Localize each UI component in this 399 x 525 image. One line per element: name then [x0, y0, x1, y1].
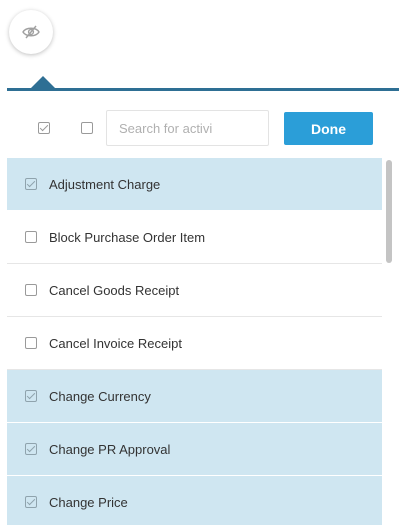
popover-caret: [31, 76, 55, 88]
activity-row-change-price[interactable]: Change Price: [7, 476, 382, 525]
activity-label: Cancel Goods Receipt: [49, 282, 180, 298]
activity-checkbox[interactable]: [25, 443, 37, 455]
done-button[interactable]: Done: [284, 112, 373, 145]
activity-search-input[interactable]: [106, 110, 269, 146]
activity-row-adjustment-charge[interactable]: Adjustment Charge: [7, 158, 382, 211]
activity-checkbox[interactable]: [25, 284, 37, 296]
visibility-toggle-button[interactable]: [9, 10, 53, 54]
activity-row-change-currency[interactable]: Change Currency: [7, 370, 382, 423]
activity-list: Adjustment Charge Block Purchase Order I…: [7, 158, 392, 525]
filter-toolbar: Done: [7, 91, 392, 158]
activity-label: Block Purchase Order Item: [49, 229, 206, 245]
activity-filter-panel: Done Adjustment Charge Block Purchase Or…: [7, 88, 399, 525]
scrollbar-thumb[interactable]: [386, 160, 392, 263]
list-scrollbar[interactable]: [386, 160, 392, 525]
activity-filter-popup: Done Adjustment Charge Block Purchase Or…: [0, 0, 399, 525]
activity-label: Change PR Approval: [49, 441, 171, 457]
activity-label: Adjustment Charge: [49, 176, 161, 192]
activity-checkbox[interactable]: [25, 390, 37, 402]
activity-checkbox[interactable]: [25, 178, 37, 190]
select-none-checkbox[interactable]: [81, 122, 93, 134]
select-all-checkbox[interactable]: [38, 122, 50, 134]
activity-row-cancel-invoice-receipt[interactable]: Cancel Invoice Receipt: [7, 317, 382, 370]
activity-label: Change Currency: [49, 388, 151, 404]
activity-label: Change Price: [49, 494, 128, 510]
activity-checkbox[interactable]: [25, 337, 37, 349]
activity-row-change-pr-approval[interactable]: Change PR Approval: [7, 423, 382, 476]
activity-checkbox[interactable]: [25, 496, 37, 508]
activity-row-block-purchase-order-item[interactable]: Block Purchase Order Item: [7, 211, 382, 264]
eye-slash-icon: [22, 25, 40, 39]
activity-checkbox[interactable]: [25, 231, 37, 243]
activity-row-cancel-goods-receipt[interactable]: Cancel Goods Receipt: [7, 264, 382, 317]
activity-label: Cancel Invoice Receipt: [49, 335, 182, 351]
